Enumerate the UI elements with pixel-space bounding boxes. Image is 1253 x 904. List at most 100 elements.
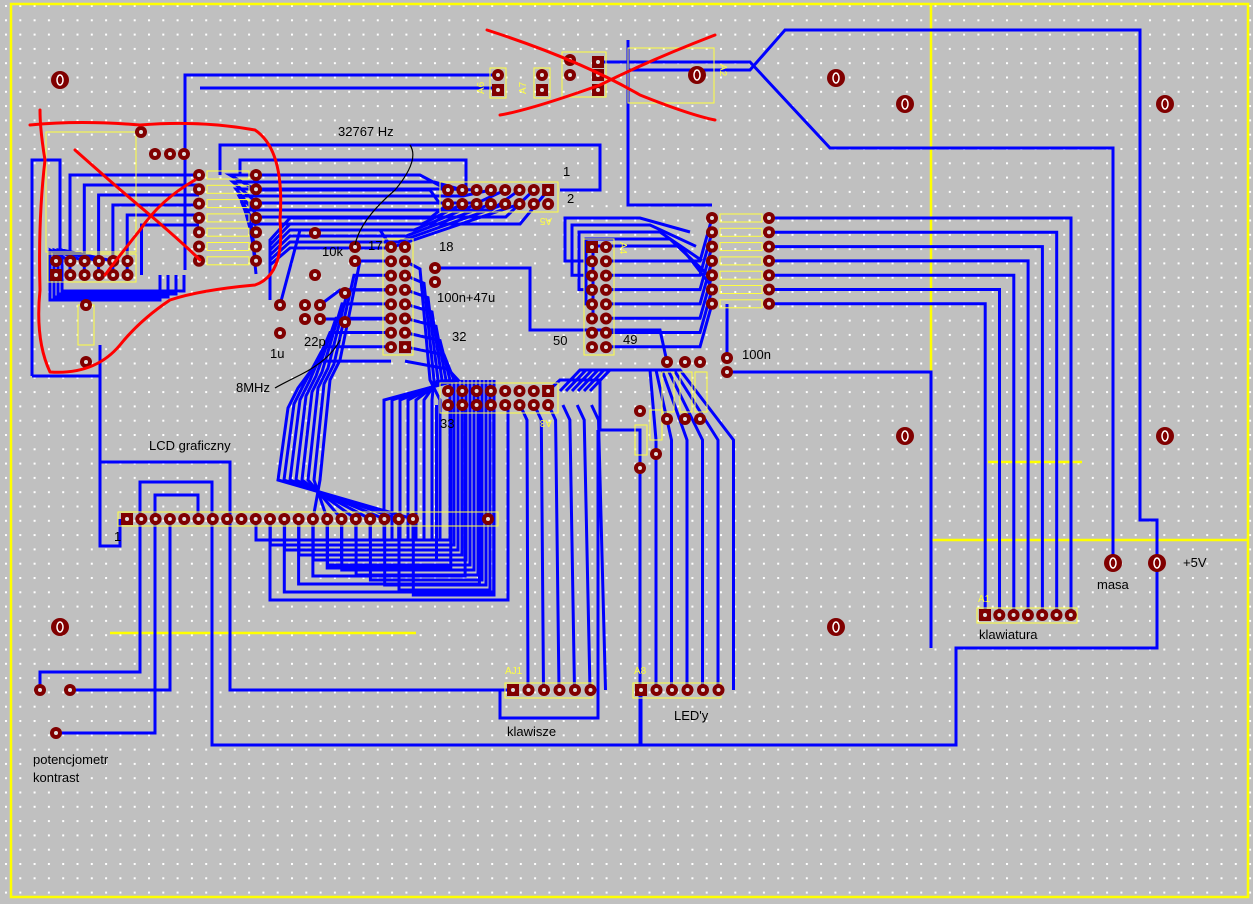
pcb-canvas[interactable]: 32767 Hz 1 2 10k 17 18 100n+47u 1u 22p 8… xyxy=(0,0,1253,904)
pad-hole xyxy=(546,188,551,192)
pad-hole xyxy=(638,466,642,470)
pad-hole xyxy=(96,273,101,277)
pad-hole xyxy=(698,360,702,364)
label-pin-50: 50 xyxy=(553,333,567,348)
pad-hole xyxy=(54,273,58,277)
pad-hole xyxy=(254,244,258,249)
pcb-layout-board: 32767 Hz 1 2 10k 17 18 100n+47u 1u 22p 8… xyxy=(0,0,1253,904)
pad-hole xyxy=(125,273,130,277)
pad-hole xyxy=(542,688,546,692)
pad-hole xyxy=(446,188,450,192)
pad-hole xyxy=(389,302,393,307)
pad-hole xyxy=(488,403,493,407)
pad-hole xyxy=(531,202,536,206)
pad-hole xyxy=(84,360,88,364)
label-pin-32: 32 xyxy=(452,329,466,344)
silk-a7: A7 xyxy=(518,81,529,94)
pad-hole xyxy=(654,688,659,692)
pad-hole xyxy=(278,303,282,307)
label-pin-49: 49 xyxy=(623,332,637,347)
pad-hole xyxy=(710,216,714,220)
pad-hole xyxy=(403,287,407,292)
pad-hole xyxy=(389,316,393,321)
label-pin-33: 33 xyxy=(440,416,454,431)
label-1u: 1u xyxy=(270,346,284,361)
pad-hole xyxy=(153,152,157,156)
silk-a8: A8 xyxy=(634,666,647,677)
pad-hole xyxy=(531,188,536,192)
pad-hole xyxy=(767,287,771,292)
pad-hole xyxy=(197,173,201,177)
pad-hole xyxy=(590,287,594,292)
label-100n-47u: 100n+47u xyxy=(437,290,495,305)
pad-hole xyxy=(254,173,258,177)
pad-hole xyxy=(197,187,201,192)
pad-hole xyxy=(596,60,600,64)
pad-hole xyxy=(82,273,87,277)
pad-hole xyxy=(343,320,347,324)
mounting-hole xyxy=(827,618,845,636)
pad-hole xyxy=(568,73,572,77)
mounting-hole xyxy=(51,618,69,636)
pad-hole xyxy=(573,688,577,692)
pad-hole xyxy=(767,301,771,306)
pad-hole xyxy=(604,316,608,321)
pad-hole xyxy=(474,389,479,393)
pad-hole xyxy=(282,517,287,521)
silk-a6: A6 xyxy=(476,81,487,94)
pad-hole xyxy=(343,291,347,295)
pad-hole xyxy=(153,517,158,521)
pad-hole xyxy=(540,73,544,77)
pad-hole xyxy=(710,230,714,235)
pad-hole xyxy=(303,303,307,307)
label-10k: 10k xyxy=(322,244,343,259)
pad-hole xyxy=(604,287,608,292)
pad-hole xyxy=(389,287,393,292)
pad-hole xyxy=(604,302,608,307)
label-lcd-pin-1: 1 xyxy=(114,529,121,544)
pad-hole xyxy=(389,345,393,350)
pad-hole xyxy=(168,152,172,156)
label-22p: 22p xyxy=(304,334,326,349)
mounting-hole xyxy=(896,427,914,445)
pad-hole xyxy=(139,517,144,521)
pad-hole xyxy=(313,273,317,277)
pad-hole xyxy=(590,245,594,249)
pad-hole xyxy=(433,280,437,284)
silk-a5: A5 xyxy=(539,215,552,226)
pad-hole xyxy=(54,731,58,735)
label-pin-2: 2 xyxy=(567,191,574,206)
pad-hole xyxy=(604,330,608,335)
pad-hole xyxy=(767,273,771,278)
label-klawiatura: klawiatura xyxy=(979,627,1038,642)
pad-hole xyxy=(253,517,258,521)
pad-hole xyxy=(403,316,407,321)
pad-hole xyxy=(710,258,714,263)
pad-hole xyxy=(767,216,771,220)
pad-hole xyxy=(1068,613,1073,617)
pad-hole xyxy=(296,517,301,521)
label-plus5v: +5V xyxy=(1183,555,1207,570)
mounting-hole xyxy=(1148,554,1166,572)
pad-hole xyxy=(111,273,116,277)
label-klawisze: klawisze xyxy=(507,724,556,739)
label-potencjometr: potencjometr xyxy=(33,752,109,767)
pad-hole xyxy=(353,245,357,249)
pad-hole xyxy=(68,259,73,263)
pad-hole xyxy=(403,245,407,249)
label-pin-17: 17 xyxy=(368,238,382,253)
pad-hole xyxy=(604,245,608,249)
pad-hole xyxy=(254,230,258,235)
label-leds: LED'y xyxy=(674,708,709,723)
pad-hole xyxy=(460,188,465,192)
pad-hole xyxy=(460,403,465,407)
pad-hole xyxy=(503,389,508,393)
pad-hole xyxy=(446,202,450,206)
pad-hole xyxy=(511,688,515,692)
pad-hole xyxy=(496,88,500,92)
pad-hole xyxy=(1040,613,1045,617)
pad-hole xyxy=(517,389,522,393)
label-pin-1: 1 xyxy=(563,164,570,179)
pad-hole xyxy=(698,417,702,421)
pad-hole xyxy=(488,188,493,192)
